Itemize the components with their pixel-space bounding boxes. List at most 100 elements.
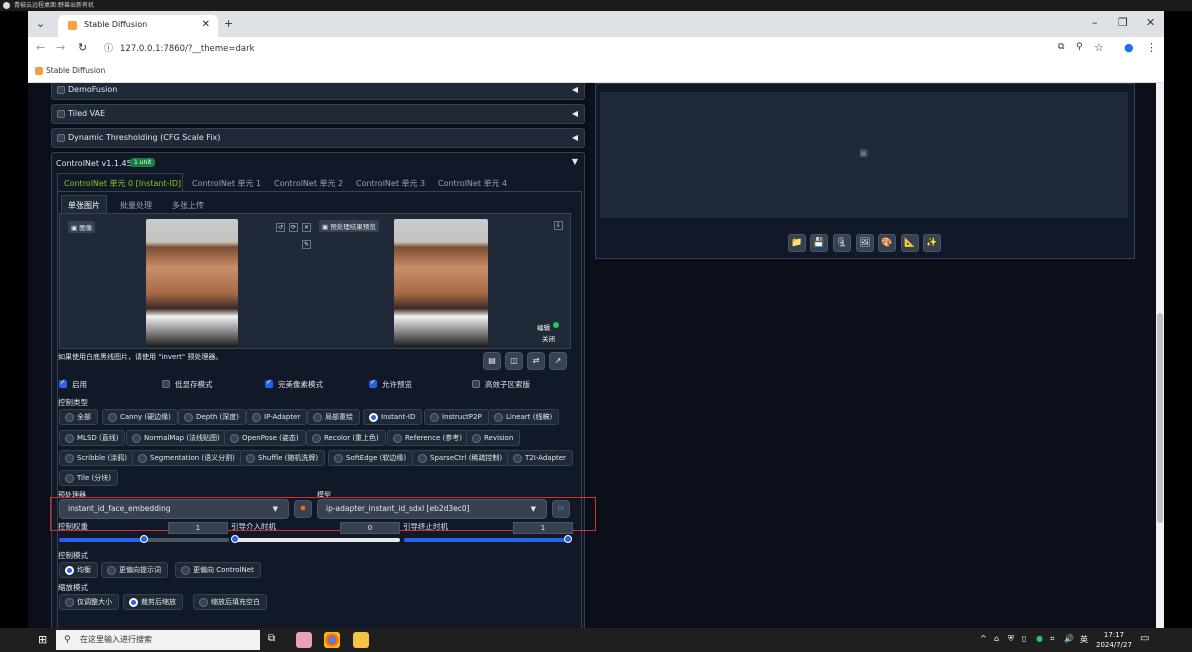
accordion-demofusion[interactable]: DemoFusion ◀ xyxy=(51,83,585,100)
send-to-extras-icon[interactable]: 📐 xyxy=(901,234,919,252)
tab-unit-1[interactable]: ControlNet 单元 1 xyxy=(192,178,261,189)
minimize-icon[interactable]: – xyxy=(1092,16,1098,29)
close-tab-icon[interactable]: ✕ xyxy=(202,15,210,35)
accordion-dynamic-thresholding[interactable]: Dynamic Thresholding (CFG Scale Fix) ◀ xyxy=(51,128,585,148)
type-inpaint[interactable]: 局部重绘 xyxy=(307,409,360,425)
tray-chevron-icon[interactable]: ^ xyxy=(980,634,987,643)
zip-icon[interactable]: 🗜 xyxy=(833,234,851,252)
send-dimensions-icon[interactable]: ↗ xyxy=(549,352,567,370)
input-face-image[interactable] xyxy=(146,219,238,347)
resize-just-resize[interactable]: 仅调整大小 xyxy=(59,594,119,610)
new-tab-icon[interactable]: + xyxy=(224,17,233,30)
tab-unit-3[interactable]: ControlNet 单元 3 xyxy=(356,178,425,189)
collapse-arrow-icon[interactable]: ◀ xyxy=(572,105,578,123)
clear-icon[interactable]: ✕ xyxy=(302,223,311,232)
accordion-checkbox[interactable] xyxy=(57,134,65,142)
edit-label[interactable]: 编辑 xyxy=(537,322,550,332)
ime-indicator[interactable]: 英 xyxy=(1080,634,1088,645)
task-view-icon[interactable]: ⧉ xyxy=(268,633,275,644)
file-explorer-icon[interactable] xyxy=(353,632,369,648)
accordion-checkbox[interactable] xyxy=(57,86,65,94)
collapse-arrow-icon[interactable]: ◀ xyxy=(572,129,578,147)
volume-icon[interactable]: 🔊 xyxy=(1064,634,1074,643)
type-shuffle[interactable]: Shuffle (随机洗牌) xyxy=(240,450,326,466)
resize-crop[interactable]: 裁剪后缩放 xyxy=(123,594,183,610)
allow-preview-checkbox[interactable] xyxy=(369,378,377,388)
pixel-perfect-checkbox[interactable] xyxy=(265,378,273,388)
collapse-arrow-icon[interactable]: ▼ xyxy=(572,157,578,166)
send-to-img2img-icon[interactable]: 🖼 xyxy=(856,234,874,252)
end-number[interactable]: 1 xyxy=(513,522,573,534)
sparkle-icon[interactable]: ✨ xyxy=(923,234,941,252)
type-sparsectrl[interactable]: SparseCtrl (稀疏控制) xyxy=(412,450,510,466)
bookmark-star-icon[interactable]: ☆ xyxy=(1094,41,1104,54)
weight-slider-knob[interactable] xyxy=(140,535,148,543)
scrollbar-thumb[interactable] xyxy=(1157,313,1163,523)
bookmark-item[interactable]: Stable Diffusion xyxy=(46,66,105,75)
clock[interactable]: 17:17 2024/7/27 xyxy=(1096,630,1132,650)
tab-unit-4[interactable]: ControlNet 单元 4 xyxy=(438,178,507,189)
type-lineart[interactable]: Lineart (线稿) xyxy=(488,409,560,425)
effective-region-checkbox[interactable] xyxy=(472,380,480,388)
accordion-checkbox[interactable] xyxy=(57,110,65,118)
resize-fill[interactable]: 缩放后填充空白 xyxy=(193,594,267,610)
enable-checkbox[interactable] xyxy=(59,378,67,388)
download-icon[interactable]: ⇩ xyxy=(554,221,563,230)
send-to-inpaint-icon[interactable]: 🎨 xyxy=(878,234,896,252)
type-normalmap[interactable]: NormalMap (法线贴图) xyxy=(126,430,227,446)
close-label[interactable]: 关闭 xyxy=(542,333,555,343)
tab-multi-upload[interactable]: 多张上传 xyxy=(172,200,204,211)
page-scrollbar[interactable] xyxy=(1156,83,1164,628)
rotate-icon[interactable]: ⟳ xyxy=(289,223,298,232)
forward-icon[interactable]: → xyxy=(56,41,65,54)
tab-single-image[interactable]: 单张图片 xyxy=(68,200,100,211)
brush-icon[interactable]: ✎ xyxy=(302,240,311,249)
url-field[interactable]: ⓘ 127.0.0.1:7860/?__theme=dark xyxy=(98,40,1058,58)
type-revision[interactable]: Revision xyxy=(466,430,521,446)
type-ip-adapter[interactable]: IP-Adapter xyxy=(246,409,308,425)
browser-tab[interactable]: Stable Diffusion ✕ xyxy=(58,15,218,37)
notifications-icon[interactable]: ▭ xyxy=(1140,633,1149,644)
usb-icon[interactable]: ▯ xyxy=(1022,634,1026,643)
network-icon[interactable]: ⌗ xyxy=(1050,634,1055,644)
type-segmentation[interactable]: Segmentation (语义分割) xyxy=(132,450,242,466)
low-vram-checkbox[interactable] xyxy=(162,380,170,388)
type-reference[interactable]: Reference (参考) xyxy=(387,430,469,446)
open-folder-icon[interactable]: 📁 xyxy=(788,234,806,252)
end-slider[interactable] xyxy=(404,535,572,543)
chrome-icon[interactable] xyxy=(324,632,340,648)
shield-icon[interactable]: ⛨ xyxy=(1008,634,1014,644)
type-softedge[interactable]: SoftEdge (软边缘) xyxy=(328,450,414,466)
type-tile[interactable]: Tile (分块) xyxy=(59,470,118,486)
tab-search-icon[interactable]: ⌄ xyxy=(36,17,45,30)
back-icon[interactable]: ← xyxy=(36,41,45,54)
tab-batch[interactable]: 批量处理 xyxy=(120,200,152,211)
reset-icon[interactable]: ↺ xyxy=(276,223,285,232)
type-recolor[interactable]: Recolor (重上色) xyxy=(306,430,386,446)
tab-unit-0[interactable]: ControlNet 单元 0 [Instant-ID] xyxy=(64,178,181,189)
tray-green-icon[interactable]: ● xyxy=(1036,634,1043,643)
tab-unit-2[interactable]: ControlNet 单元 2 xyxy=(274,178,343,189)
profile-icon[interactable]: ● xyxy=(1124,41,1134,54)
type-t2i-adapter[interactable]: T2I-Adapter xyxy=(507,450,573,466)
zoom-icon[interactable]: ⚲ xyxy=(1076,42,1083,52)
restore-icon[interactable]: ❐ xyxy=(1118,16,1128,29)
type-all[interactable]: 全部 xyxy=(59,409,98,425)
taskbar-search[interactable]: ⚲ 在这里输入进行搜索 xyxy=(56,630,260,650)
end-slider-knob[interactable] xyxy=(564,535,572,543)
accordion-tiled-vae[interactable]: Tiled VAE ◀ xyxy=(51,104,585,124)
mode-balanced[interactable]: 均衡 xyxy=(59,562,98,578)
start-number[interactable]: 0 xyxy=(340,522,400,534)
mode-prompt[interactable]: 更偏向提示词 xyxy=(101,562,168,578)
type-instructp2p[interactable]: InstructP2P xyxy=(424,409,489,425)
type-openpose[interactable]: OpenPose (姿态) xyxy=(224,430,306,446)
translate-icon[interactable]: ⧉ xyxy=(1058,42,1064,52)
reload-icon[interactable]: ↻ xyxy=(78,41,87,54)
type-mlsd[interactable]: MLSD (直线) xyxy=(59,430,126,446)
type-canny[interactable]: Canny (硬边缘) xyxy=(102,409,178,425)
save-icon[interactable]: 💾 xyxy=(810,234,828,252)
camera-icon[interactable]: ◫ xyxy=(505,352,523,370)
weight-slider[interactable] xyxy=(59,535,229,543)
app-launcher-icon[interactable] xyxy=(296,632,312,648)
type-depth[interactable]: Depth (深度) xyxy=(178,409,247,425)
